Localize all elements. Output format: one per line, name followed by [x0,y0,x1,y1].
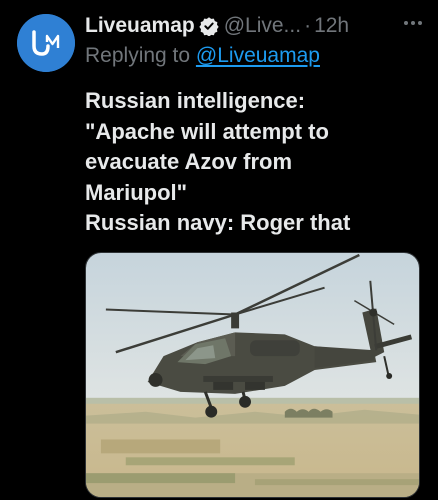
replying-to: Replying to @Liveuamap [85,44,320,68]
author-handle[interactable]: @Live... [224,14,301,38]
reply-mention-link[interactable]: @Liveuamap [196,44,320,67]
tweet-text-line: Mariupol" [85,179,188,205]
timestamp[interactable]: 12h [314,14,349,38]
tweet-media-image[interactable] [85,252,420,498]
tweet-text-line: Russian navy: Roger that [85,210,351,235]
apache-helicopter-photo [86,253,419,497]
tweet-text-line: Russian intelligence: [85,88,306,113]
replying-prefix: Replying to [85,44,191,67]
avatar[interactable] [17,14,75,72]
separator-dot: · [304,14,312,37]
liveuamap-logo-icon [17,14,75,72]
tweet-text: Russian intelligence: "Apache will attem… [85,86,420,239]
author-name[interactable]: Liveuamap [85,14,195,38]
tweet: Liveuamap @Live... · 12h Replying to @Li… [0,0,438,500]
tweet-text-line: evacuate Azov from [85,149,293,174]
tweet-text-line: "Apache will attempt to [85,118,329,144]
more-options-icon[interactable] [400,8,426,38]
tweet-header: Liveuamap @Live... · 12h [85,10,430,42]
verified-badge-icon [199,17,219,36]
